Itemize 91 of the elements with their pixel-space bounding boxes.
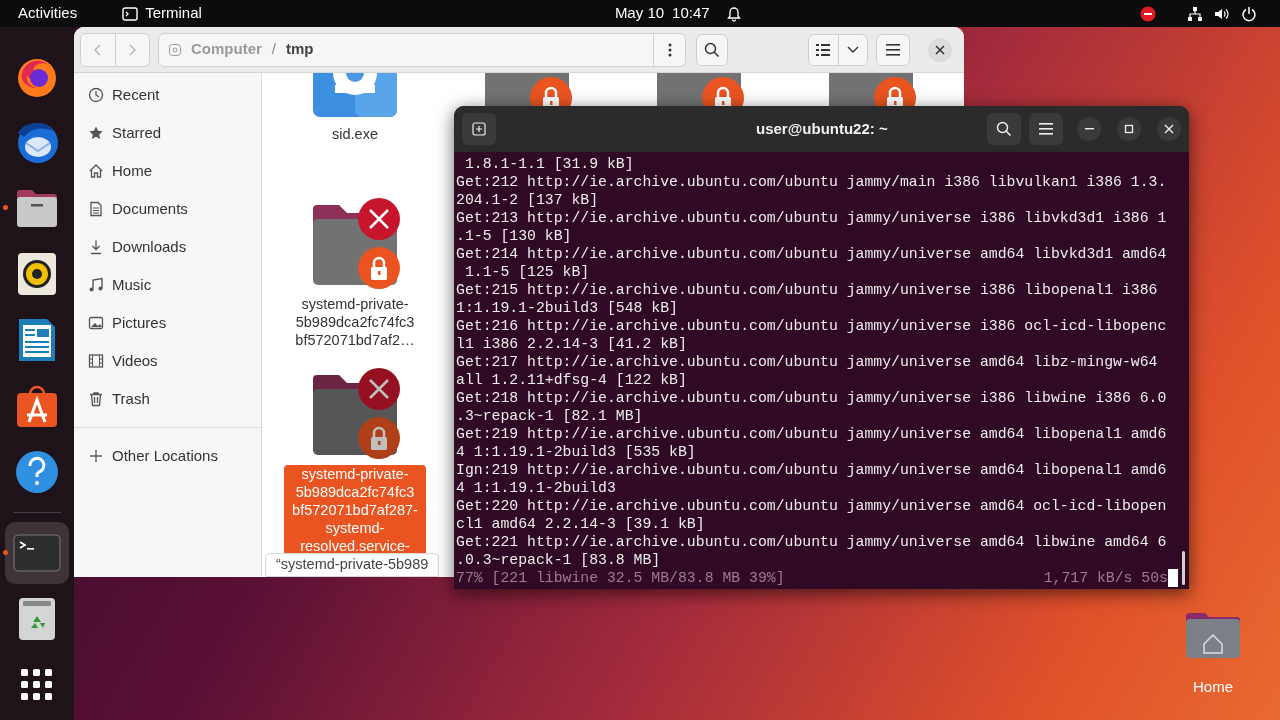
terminal-line: Get:220 http://ie.archive.ubuntu.com/ubuntu jammy/universe amd64 ocl-icd-libopen <box>456 497 1167 515</box>
plus-icon <box>472 122 486 136</box>
search-icon <box>704 41 720 58</box>
terminal-line: Get:217 http://ie.archive.ubuntu.com/ubuntu jammy/universe amd64 libz-mingw-w64 <box>456 353 1158 371</box>
menu-icon <box>1039 123 1053 135</box>
app-grid-icon <box>20 668 54 702</box>
terminal-line: l1 i386 2.2.14-3 [41.2 kB] <box>456 335 687 353</box>
sidebar-item[interactable]: Starred <box>74 114 261 152</box>
download-icon <box>88 239 104 255</box>
sidebar-item[interactable]: Documents <box>74 190 261 228</box>
close-icon <box>1164 124 1174 134</box>
terminal-line: Ign:219 http://ie.archive.ubuntu.com/ubuntu jammy/universe amd64 libopenal1 amd6 <box>456 461 1167 479</box>
terminal-line: Get:212 http://ie.archive.ubuntu.com/ubuntu jammy/main i386 libvulkan1 i386 1.3. <box>456 173 1167 191</box>
drive-icon <box>168 42 182 57</box>
plus-icon <box>88 448 104 464</box>
minimize-icon <box>1084 128 1094 130</box>
clock-text[interactable]: 10:47 <box>672 2 710 25</box>
sidebar-item[interactable]: Music <box>74 266 261 304</box>
activities-button[interactable]: Activities <box>18 2 78 25</box>
blocked-icon[interactable] <box>1139 5 1156 22</box>
power-icon[interactable] <box>1240 5 1257 22</box>
terminal-line: 1.8.1-1.1 [31.9 kB] <box>463 155 634 173</box>
search-button[interactable] <box>987 113 1021 145</box>
new-tab-button[interactable] <box>462 113 496 145</box>
progress-text: 77% [221 libwine 32.5 MB/83.8 MB 39%] <box>456 569 785 587</box>
image-icon <box>88 315 104 331</box>
terminal-line: Get:219 http://ie.archive.ubuntu.com/ubuntu jammy/universe amd64 libopenal1 amd6 <box>456 425 1167 443</box>
speaker-icon <box>17 252 57 296</box>
terminal-line: Get:214 http://ie.archive.ubuntu.com/ubuntu jammy/universe amd64 libvkd3d1 amd64 <box>456 245 1167 263</box>
terminal-icon <box>122 6 139 21</box>
menu-button[interactable] <box>1029 113 1063 145</box>
terminal-line: 1:1.19.1-2build3 [548 kB] <box>456 299 678 317</box>
list-icon <box>816 43 831 56</box>
sidebar-item[interactable]: Home <box>74 152 261 190</box>
window-title: user@ubuntu22: ~ <box>756 118 888 139</box>
scrollbar-thumb[interactable] <box>1182 551 1185 585</box>
home-icon <box>88 163 104 179</box>
terminal-line: 204.1-2 [137 kB] <box>456 191 599 209</box>
home-folder-icon[interactable] <box>1184 610 1242 660</box>
star-icon <box>88 125 104 141</box>
terminal-line: Get:218 http://ie.archive.ubuntu.com/ubuntu jammy/universe i386 libwine i386 6.0 <box>456 389 1167 407</box>
close-icon <box>935 44 945 55</box>
shopping-bag-icon <box>15 384 59 428</box>
recycle-bin-icon <box>18 597 56 641</box>
folder-icon <box>14 187 60 229</box>
search-button[interactable] <box>696 33 728 66</box>
terminal-line: cl1 amd64 2.2.14-3 [39.1 kB] <box>456 515 705 533</box>
close-button[interactable] <box>1157 117 1181 141</box>
terminal-line: Get:215 http://ie.archive.ubuntu.com/ubuntu jammy/universe i386 libopenal1 i386 <box>456 281 1158 299</box>
sidebar-item[interactable]: Trash <box>74 380 261 418</box>
terminal-line: 4 1:1.19.1-2build3 <box>456 479 616 497</box>
caret-icon <box>846 45 859 54</box>
sidebar-item[interactable]: Recent <box>74 76 261 114</box>
film-icon <box>88 353 104 369</box>
search-icon <box>996 121 1012 137</box>
maximize-button[interactable] <box>1117 117 1141 141</box>
sidebar-item[interactable]: Pictures <box>74 304 261 342</box>
speed-text: 1,717 kB/s 50s <box>1043 569 1168 587</box>
maximize-icon <box>1124 124 1134 134</box>
sidebar-item[interactable]: Downloads <box>74 228 261 266</box>
text-cursor <box>1168 569 1178 587</box>
menu-icon <box>886 43 900 56</box>
clock-icon <box>88 87 104 103</box>
document-icon <box>88 201 104 217</box>
terminal-line: 4 1:1.19.1-2build3 [535 kB] <box>456 443 696 461</box>
terminal-icon <box>13 534 61 572</box>
path-bar[interactable]: Computer / tmp <box>158 32 686 67</box>
date-text[interactable]: May 10 <box>614 2 665 25</box>
terminal-line: all 1.2.11+dfsg-4 [122 kB] <box>456 371 687 389</box>
terminal-line: 1.1-5 [125 kB] <box>463 263 590 281</box>
terminal-line: .1-5 [130 kB] <box>456 227 572 245</box>
terminal-line: Get:216 http://ie.archive.ubuntu.com/ubuntu jammy/universe i386 ocl-icd-libopenc <box>456 317 1167 335</box>
menu-button[interactable] <box>876 33 910 66</box>
help-icon <box>15 450 59 494</box>
minimize-button[interactable] <box>1077 117 1101 141</box>
bell-icon <box>725 5 742 22</box>
sidebar-item[interactable]: Videos <box>74 342 261 380</box>
trash-icon <box>88 391 104 407</box>
sidebar-item[interactable]: Other Locations <box>74 437 261 475</box>
status-tooltip: “systemd-private-5b989 <box>265 553 440 577</box>
music-note-icon <box>88 277 104 293</box>
network-icon[interactable] <box>1186 5 1203 22</box>
terminal-line: Get:213 http://ie.archive.ubuntu.com/ubuntu jammy/universe i386 libvkd3d1 i386 1 <box>456 209 1167 227</box>
app-menu[interactable]: Terminal <box>145 2 202 25</box>
terminal-line: .0.3~repack-1 [83.8 MB] <box>456 551 661 569</box>
terminal-line: .3~repack-1 [82.1 MB] <box>456 407 643 425</box>
path-segment[interactable]: tmp <box>286 38 314 61</box>
close-button[interactable] <box>928 37 952 62</box>
document-icon <box>17 317 57 363</box>
terminal-line: Get:221 http://ie.archive.ubuntu.com/ubuntu jammy/universe amd64 libwine amd64 6 <box>456 533 1167 551</box>
path-separator: / <box>271 39 276 60</box>
